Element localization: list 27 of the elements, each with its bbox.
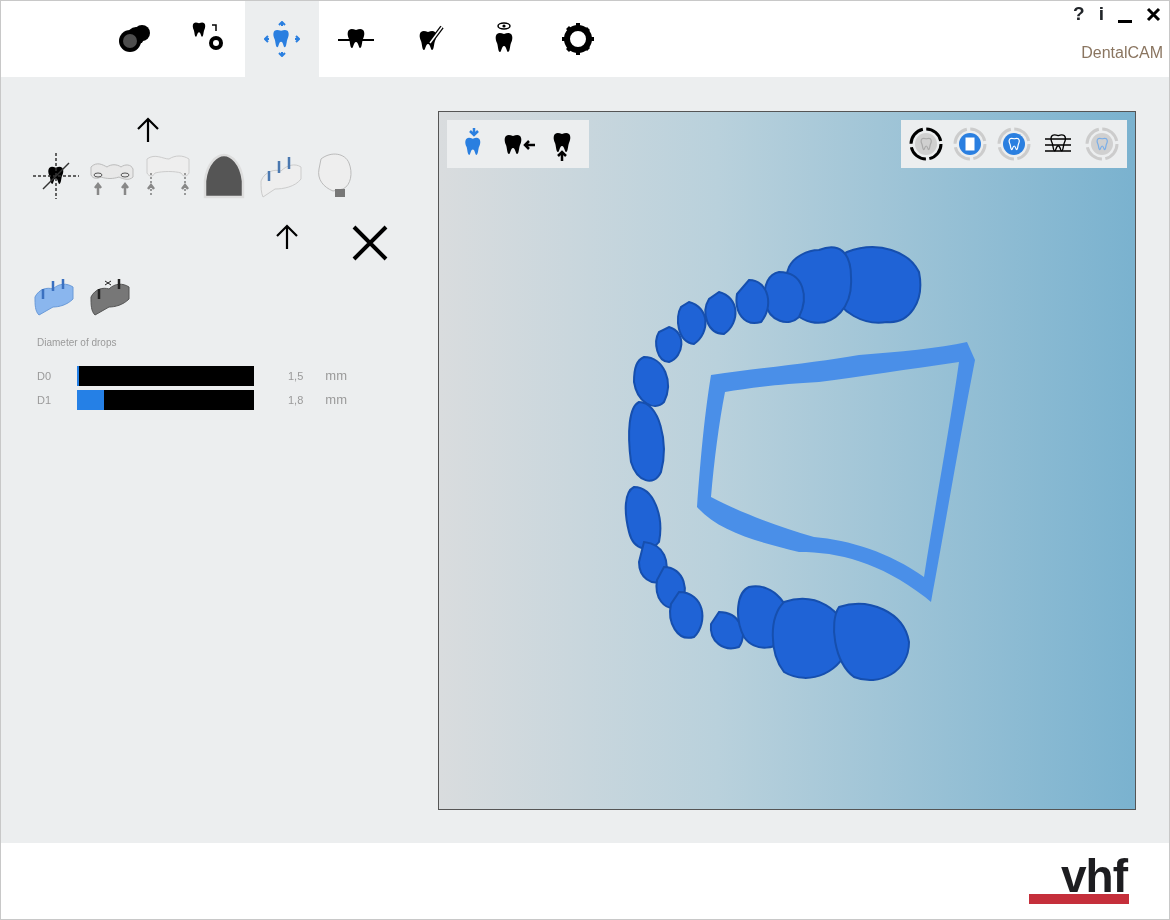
frame-toggle-icon (953, 127, 987, 161)
tool-button[interactable] (31, 151, 81, 201)
section-label: Diameter of drops (37, 336, 118, 350)
brand-logo: vhf (1061, 858, 1129, 894)
arrow-up-icon[interactable] (136, 117, 160, 143)
app-title: DentalCAM (1081, 43, 1163, 63)
tooth-toggle-icon (1085, 127, 1119, 161)
slider-track[interactable] (77, 366, 254, 386)
arrow-up-icon[interactable] (275, 224, 299, 250)
tooth-move-icon (264, 21, 300, 57)
3d-viewport[interactable] (438, 111, 1136, 810)
unit-label: mm (325, 391, 347, 410)
close-icon[interactable] (351, 224, 389, 262)
view-toggle-button[interactable] (951, 125, 989, 163)
settings-icon (560, 21, 596, 57)
view-toggle-button[interactable] (995, 125, 1033, 163)
view-toggle-button[interactable] (1083, 125, 1121, 163)
view-toggle-button[interactable] (907, 125, 945, 163)
slider-reading: 1,8 (288, 392, 304, 408)
unit-label: mm (325, 367, 347, 386)
slider-track[interactable] (77, 390, 254, 410)
tooth-toggle-icon (909, 127, 943, 161)
tooth-toggle-icon (997, 127, 1031, 161)
tooth-axes-icon (31, 151, 81, 201)
slider-reading: 1,5 (288, 368, 304, 384)
info-button[interactable]: i (1098, 3, 1104, 25)
help-button[interactable]: ? (1073, 3, 1085, 25)
